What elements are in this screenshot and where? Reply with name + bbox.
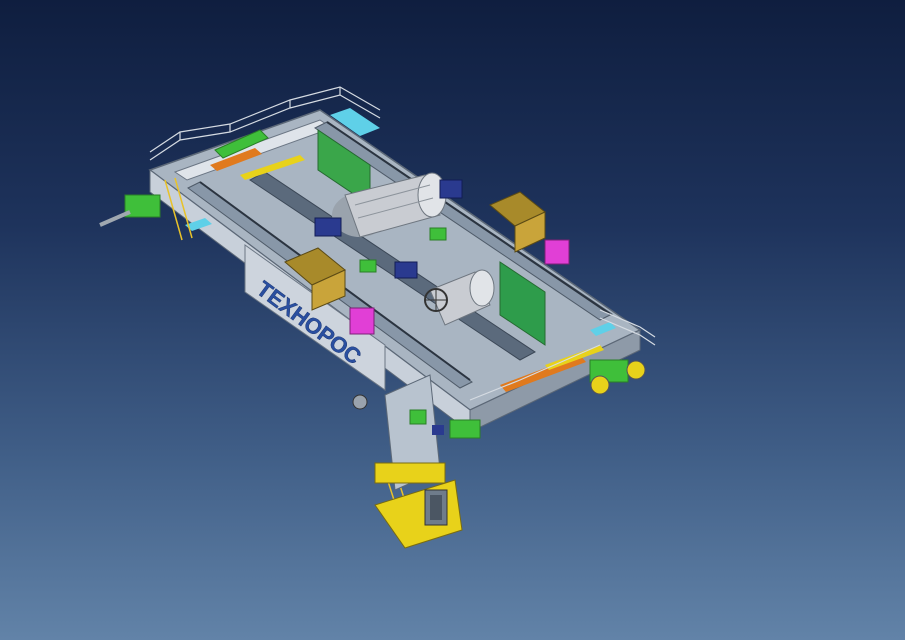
cad-viewport: ТЕХНОРОС — [0, 0, 905, 640]
crane-model-render: ТЕХНОРОС — [99, 86, 656, 549]
